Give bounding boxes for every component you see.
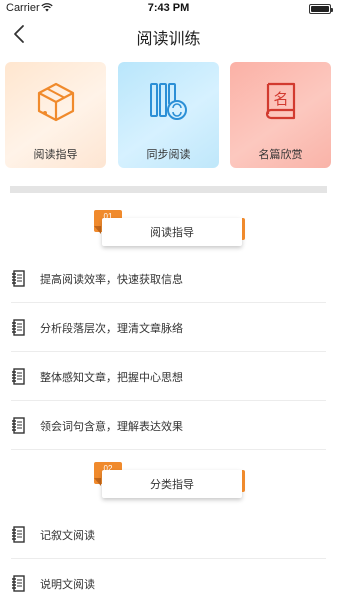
notebook-icon bbox=[12, 270, 25, 287]
notebook-icon bbox=[12, 417, 25, 434]
card-famous-works[interactable]: 名 名篇欣赏 bbox=[230, 62, 331, 168]
list-item[interactable]: 分析段落层次，理清文章脉络 bbox=[0, 303, 337, 352]
page-title: 阅读训练 bbox=[136, 29, 201, 48]
list-item-label: 说明文阅读 bbox=[40, 578, 95, 591]
list-item-label: 提高阅读效率，快速获取信息 bbox=[40, 273, 183, 286]
section-header-reading-guide: 01 阅读指导 bbox=[94, 210, 245, 250]
category-cards: 阅读指导 同步阅读 名 名篇欣赏 bbox=[5, 62, 332, 168]
notebook-icon bbox=[12, 526, 25, 543]
list-item[interactable]: 说明文阅读 bbox=[0, 559, 337, 600]
status-bar: Carrier 7:43 PM bbox=[0, 0, 337, 18]
list-item[interactable]: 记叙文阅读 bbox=[0, 510, 337, 559]
list-item[interactable]: 提高阅读效率，快速获取信息 bbox=[0, 254, 337, 303]
book-glyph: 名 bbox=[273, 90, 288, 108]
list-item-label: 领会词句含意，理解表达效果 bbox=[40, 420, 183, 433]
battery-icon bbox=[309, 4, 333, 14]
cube-icon bbox=[37, 82, 75, 122]
notebook-icon bbox=[12, 575, 25, 592]
status-time: 7:43 PM bbox=[147, 2, 190, 14]
books-icon bbox=[150, 83, 187, 120]
card-sync-reading[interactable]: 同步阅读 bbox=[118, 62, 219, 168]
card-label: 名篇欣赏 bbox=[258, 148, 303, 161]
list-separator bbox=[11, 449, 326, 450]
list-item[interactable]: 领会词句含意，理解表达效果 bbox=[0, 401, 337, 450]
card-reading-guide[interactable]: 阅读指导 bbox=[5, 62, 106, 168]
list-item-label: 记叙文阅读 bbox=[40, 529, 95, 542]
nav-bar: 阅读训练 bbox=[0, 18, 337, 52]
notebook-icon bbox=[12, 319, 25, 336]
list-item-label: 分析段落层次，理清文章脉络 bbox=[40, 322, 183, 335]
section-header-category-guide: 02 分类指导 bbox=[94, 462, 245, 502]
book-icon: 名 bbox=[265, 82, 296, 120]
section-divider bbox=[10, 186, 327, 193]
card-label: 阅读指导 bbox=[33, 148, 78, 161]
section-title: 分类指导 bbox=[150, 478, 194, 491]
section-title: 阅读指导 bbox=[150, 226, 194, 239]
notebook-icon bbox=[12, 368, 25, 385]
list-item-label: 整体感知文章，把握中心思想 bbox=[40, 371, 183, 384]
list-item[interactable]: 整体感知文章，把握中心思想 bbox=[0, 352, 337, 401]
card-label: 同步阅读 bbox=[146, 148, 191, 161]
